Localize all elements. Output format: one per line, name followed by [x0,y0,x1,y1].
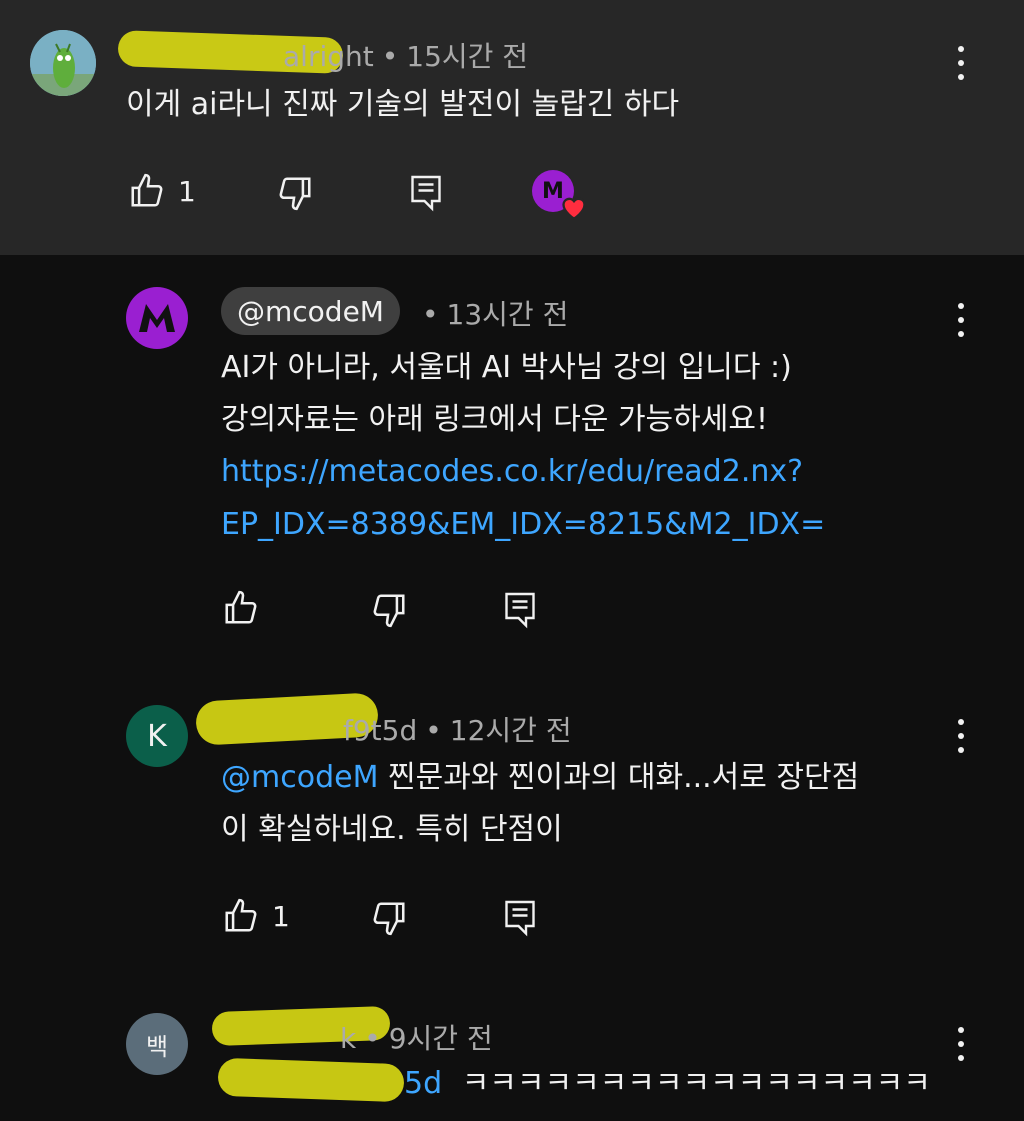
timestamp[interactable]: 15시간 전 [406,40,528,73]
dislike-icon [373,594,405,628]
channel-logo-icon [139,304,175,332]
dislike-button[interactable] [370,591,408,629]
more-options-icon[interactable] [949,303,973,337]
avatar[interactable]: 백 [126,1013,188,1075]
dislike-button[interactable] [276,174,314,212]
reply-item: @mcodeM • 13시간 전 AI가 아니라, 서울대 AI 박사님 강의 입… [0,255,1024,675]
reply-text-line-2: 이 확실하네요. 특히 단점이 [221,812,563,847]
like-icon [131,173,163,207]
reply-text-line-2: 강의자료는 아래 링크에서 다운 가능하세요! [221,402,768,437]
reply-icon [505,900,535,937]
author-name[interactable]: alright [283,40,374,73]
like-button[interactable]: 1 [128,172,196,210]
comment-meta: alright • 15시간 전 [283,40,529,73]
like-button[interactable] [222,589,260,627]
reply-icon [505,592,535,629]
like-icon [225,590,257,624]
redacted-mention [217,1057,405,1103]
like-count: 1 [272,899,290,933]
reply-link-line-1[interactable]: https://metacodes.co.kr/edu/read2.nx? [221,445,803,498]
dislike-icon [373,902,405,936]
timestamp[interactable]: 12시간 전 [450,714,572,747]
comment-text: 이게 ai라니 진짜 기술의 발전이 놀랍긴 하다 [126,87,680,122]
reply-button[interactable] [502,897,538,937]
reply-icon [411,175,441,212]
like-count: 1 [178,174,196,208]
highlighted-comment: alright • 15시간 전 이게 ai라니 진짜 기술의 발전이 놀랍긴 하다… [0,0,1024,255]
reply-meta: • 13시간 전 [422,298,569,331]
avatar[interactable] [126,287,188,349]
avatar[interactable]: K [126,705,188,767]
author-chip[interactable]: @mcodeM [221,287,400,335]
reply-link-line-2[interactable]: EP_IDX=8389&EM_IDX=8215&M2_IDX= [221,498,825,551]
reply-item: 백 k • 9시간 전 5d ㅋㅋㅋㅋㅋㅋㅋㅋㅋㅋㅋㅋㅋㅋㅋㅋㅋ [0,995,1024,1121]
reply-item: K f9t5d • 12시간 전 @mcodeM 찐문과와 찐이과의 대화...서로… [0,675,1024,995]
reply-text-line-1: @mcodeM 찐문과와 찐이과의 대화...서로 장단점 [221,760,860,795]
dislike-icon [279,177,311,211]
more-options-icon[interactable] [949,719,973,753]
reply-button[interactable] [502,589,538,629]
reply-button[interactable] [408,172,444,212]
more-options-icon[interactable] [949,46,973,80]
dislike-button[interactable] [370,899,408,937]
reply-text-line-1: 5d ㅋㅋㅋㅋㅋㅋㅋㅋㅋㅋㅋㅋㅋㅋㅋㅋㅋ [404,1066,931,1101]
heart-icon [562,197,586,220]
reply-text-line-1: AI가 아니라, 서울대 AI 박사님 강의 입니다 :) [221,350,792,385]
creator-heart: M [532,170,592,222]
more-options-icon[interactable] [949,1027,973,1061]
avatar[interactable] [30,30,96,96]
like-icon [225,898,257,932]
reply-meta: k • 9시간 전 [340,1022,493,1055]
like-button[interactable]: 1 [222,897,290,935]
author-name[interactable]: k [340,1022,356,1055]
author-name[interactable]: f9t5d [343,714,417,747]
mention-link[interactable]: 5d [404,1066,442,1101]
reply-meta: f9t5d • 12시간 전 [343,714,572,747]
mention-link[interactable]: @mcodeM [221,760,378,795]
timestamp[interactable]: 13시간 전 [447,298,569,331]
timestamp[interactable]: 9시간 전 [389,1022,493,1055]
avatar-image-icon [30,30,96,96]
